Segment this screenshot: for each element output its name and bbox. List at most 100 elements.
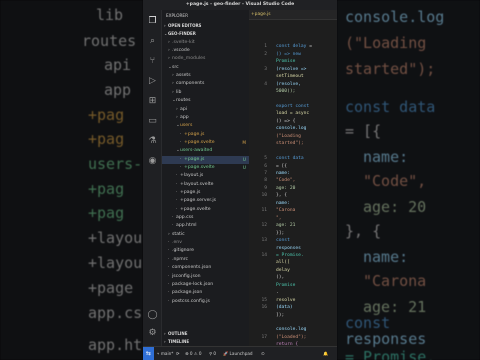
code-area[interactable]: const delay = () => new Promise (resolve =>… (276, 20, 337, 346)
branch-name: main* (160, 351, 174, 356)
code-token: = (309, 44, 312, 50)
tree-item[interactable]: · postcss.config.js (162, 298, 249, 306)
tree-item[interactable]: › api (162, 106, 249, 114)
background-code-line: +layou (88, 254, 143, 272)
tree-item[interactable]: · app.css (162, 214, 249, 222)
tree-item-label: postcss.config.js (172, 298, 210, 304)
background-code-line: age: 20 (363, 198, 427, 216)
code-token: name: (276, 200, 290, 206)
code-token: 5000)); (276, 89, 296, 95)
explorer-icon[interactable]: ❐ (147, 16, 158, 27)
tree-item[interactable]: ⌄routes (162, 97, 249, 105)
vscode-window: +page.js - geo-finder - Visual Studio Co… (143, 0, 337, 360)
code-token: (resolve => (276, 66, 307, 72)
tree-item[interactable]: › app (162, 114, 249, 122)
background-code-line: api (104, 56, 132, 74)
tree-item-label: static (172, 231, 185, 237)
tab-page-js[interactable]: +page.js (249, 10, 337, 20)
tree-item-label: package.json (172, 290, 203, 296)
tree-item-label: .npmrc (172, 256, 189, 262)
notifications-bell-icon[interactable]: 🔔 (323, 347, 328, 360)
background-code-line: console.log (345, 8, 445, 26)
code-token: age: 21 (276, 223, 296, 229)
tree-item[interactable]: · jsconfig.json (162, 273, 249, 281)
code-token: setTimeout (276, 74, 304, 80)
line-number: 7 (264, 171, 267, 176)
remote-indicator-icon[interactable]: ⇆ (143, 347, 154, 360)
tree-item-label: app.html (176, 223, 197, 229)
tree-item[interactable]: ⌄users-awaited (162, 147, 249, 155)
launchpad-button[interactable]: 🚀 Launchpad (223, 347, 253, 360)
status-extra-icon[interactable]: ⊙ (261, 347, 265, 360)
tree-item-label: +page.js (180, 190, 201, 195)
sync-icon[interactable]: ⟳ (176, 347, 180, 360)
github-icon[interactable]: ◉ (147, 156, 158, 167)
code-token: }]; (276, 230, 285, 236)
code-token: }, { (276, 193, 288, 199)
tree-item[interactable]: · .npmrc (162, 256, 249, 264)
tree-item[interactable]: › components (162, 80, 249, 88)
testing-icon[interactable]: ⚗ (147, 136, 158, 147)
line-number: 11 (261, 208, 267, 214)
tree-item[interactable]: · components.json (162, 264, 249, 272)
tree-item[interactable]: · .gitignore (162, 247, 249, 255)
tree-item[interactable]: · +page.server.js (162, 197, 249, 205)
tree-item[interactable]: · +layout.js (162, 172, 249, 180)
tree-item-label: users (180, 123, 193, 129)
background-code-line: name: (363, 148, 409, 166)
tree-item-label: +layout.js (180, 173, 204, 179)
tree-item[interactable]: · package-lock.json (162, 281, 249, 289)
problems-indicator[interactable]: ⊗ 0 ⚠ 0 (185, 347, 202, 360)
tree-item[interactable]: · app.html (162, 222, 249, 230)
tree-item[interactable]: › .svelte-kit (162, 39, 249, 47)
tree-item-label: +page.server.js (180, 198, 217, 204)
tree-item[interactable]: · +page.js (162, 189, 249, 197)
tree-item[interactable]: › static (162, 231, 249, 239)
settings-gear-icon[interactable]: ⚙ (147, 328, 158, 339)
remote-explorer-icon[interactable]: ▭ (147, 116, 158, 127)
tree-item[interactable]: ⌄users (162, 122, 249, 130)
run-debug-icon[interactable]: ▷ (147, 76, 158, 87)
tree-item-label: jsconfig.json (172, 273, 201, 279)
code-line: "Code", (276, 178, 295, 183)
source-control-icon[interactable]: ⑂ (147, 56, 158, 67)
tree-item[interactable]: · +layout.svelte (162, 181, 249, 189)
tree-item[interactable]: · +page.svelte M (162, 139, 249, 147)
tree-item[interactable]: · +page.js (162, 131, 249, 139)
code-token: age: 20 (276, 185, 296, 191)
tree-item[interactable]: ⌄src (162, 64, 249, 72)
code-token: . (276, 290, 279, 296)
code-line: }]; (276, 231, 284, 236)
line-number: 10 (261, 193, 267, 199)
tree-item[interactable]: · +page.svelte U (162, 164, 249, 172)
tree-item-label: +layout.svelte (180, 181, 214, 187)
code-token: = [{ (276, 163, 288, 169)
tree-item[interactable]: › lib (162, 89, 249, 97)
tree-item[interactable]: › node_modules (162, 55, 249, 63)
background-code-line: lib (96, 6, 124, 24)
background-code-line: ("Loading (345, 34, 427, 52)
tree-item-label: users-awaited (180, 148, 213, 154)
code-line: () => new (276, 52, 301, 57)
background-code-line: }, { (345, 222, 382, 240)
explorer-section[interactable]: › OPEN EDITORS (162, 22, 249, 30)
tree-item[interactable]: › assets (162, 72, 249, 80)
tree-item[interactable]: · .env (162, 239, 249, 247)
background-code-line: app.css (88, 304, 143, 322)
tree-item[interactable]: › .vscode (162, 47, 249, 55)
tree-item[interactable]: · +page.svelte (162, 206, 249, 214)
tree-item-label: +page.svelte (184, 139, 215, 145)
explorer-section[interactable]: ⌄GEO-FINDER (162, 30, 249, 38)
background-code-line: started"); (345, 60, 436, 78)
ports-indicator[interactable]: ⚲ 0 (209, 347, 216, 360)
tree-item[interactable]: · +page.js U (162, 155, 249, 164)
code-token: ]); (276, 312, 285, 318)
background-code-line: app.htm (88, 336, 143, 354)
account-icon[interactable]: ◯ (147, 310, 158, 321)
search-icon[interactable]: ⌕ (147, 36, 158, 47)
explorer-section[interactable]: › TIMELINE (162, 338, 249, 346)
explorer-section[interactable]: › OUTLINE (162, 330, 249, 338)
branch-indicator[interactable]: ⑂ main* (157, 347, 173, 360)
tree-item[interactable]: · package.json (162, 289, 249, 297)
extensions-icon[interactable]: ⊞ (147, 96, 158, 107)
